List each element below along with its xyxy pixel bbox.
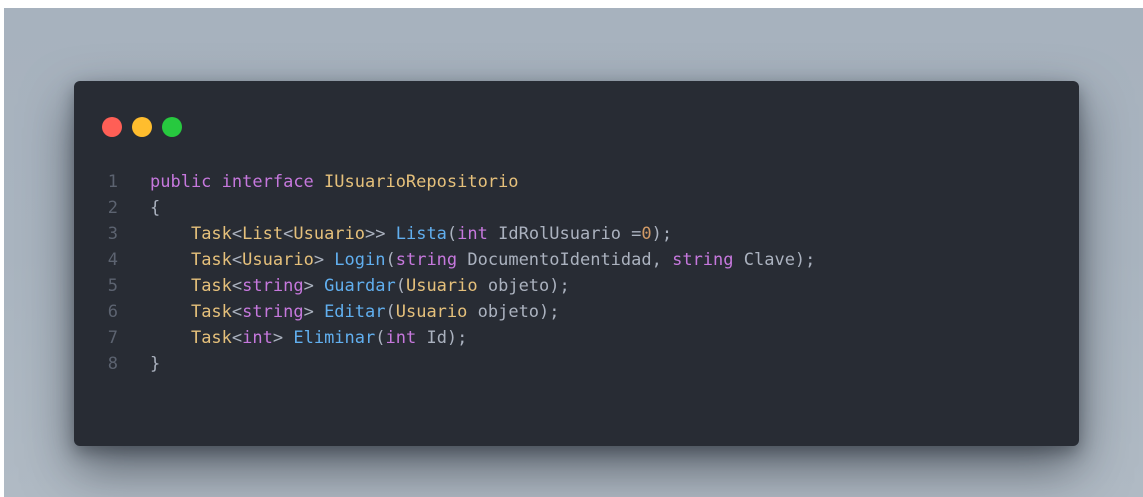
code-token-plain: ( [385,250,396,270]
code-token-function: Guardar [324,276,396,296]
code-token-plain: < [231,328,243,348]
code-token-keyword: string [242,276,304,296]
line-source: Task<string> Guardar(Usuario objeto); [118,273,570,299]
code-token-type: Usuario [242,250,314,270]
code-token-plain: >> [365,224,396,244]
code-token-type: IUsuarioRepositorio [324,172,519,192]
code-line: 7 Task<int> Eliminar(int Id); [74,325,1079,351]
code-token-keyword: string [672,250,734,270]
code-token-type: List [242,224,284,244]
line-number: 2 [107,198,118,218]
code-token-plain: > [272,328,294,348]
code-token-plain: Id); [416,328,468,348]
code-token-type: Task [190,302,232,322]
code-token-plain: objeto); [477,276,570,296]
code-token-plain: < [283,224,294,244]
code-token-keyword: int [457,224,488,244]
code-token-plain: > [303,276,325,296]
code-token-keyword: interface [221,172,314,192]
code-token-keyword: int [385,328,417,348]
code-token-type: Task [190,250,232,270]
line-source: } [118,351,160,377]
code-token-keyword: string [395,250,458,270]
code-token-plain: } [150,354,161,374]
code-token-plain: > [313,250,335,270]
minimize-dot-icon [132,117,152,137]
code-token-plain: ( [375,328,386,348]
background-backdrop: 1 public interface IUsuarioRepositorio 2{3… [4,8,1143,497]
line-number: 5 [107,276,118,296]
line-source: Task<int> Eliminar(int Id); [118,325,467,351]
code-token-keyword: public [150,172,212,192]
code-token-plain: ( [385,302,396,322]
code-token-type: Task [190,276,232,296]
code-token-number: 0 [641,224,652,244]
code-line: 8} [74,351,1079,377]
code-token-keyword: int [242,328,273,348]
code-line: 5 Task<string> Guardar(Usuario objeto); [74,273,1079,299]
line-number: 1 [107,172,118,192]
code-token-type: Usuario [395,302,468,322]
code-token-plain: < [231,250,243,270]
code-token-plain: { [150,198,161,218]
line-source: { [118,195,160,221]
code-token-function: Login [334,250,386,270]
line-number: 7 [107,328,118,348]
code-token-function: Eliminar [293,328,376,348]
close-dot-icon [102,117,122,137]
code-token-plain: < [231,302,243,322]
code-window: 1 public interface IUsuarioRepositorio 2{3… [74,81,1079,446]
line-number: 4 [107,250,118,270]
code-token-plain: ); [651,224,673,244]
line-number: 6 [107,302,118,322]
code-token-function: Lista [395,224,447,244]
line-source: Task<Usuario> Login(string DocumentoIden… [118,247,815,273]
code-token-plain: < [231,276,243,296]
code-token-plain: ( [446,224,458,244]
code-token-plain: IdRolUsuario = [487,224,642,244]
line-number: 3 [107,224,118,244]
code-token-keyword: string [242,302,304,322]
line-source: public interface IUsuarioRepositorio [118,169,519,195]
code-token-type: Usuario [293,224,366,244]
line-source: Task<string> Editar(Usuario objeto); [118,299,560,325]
maximize-dot-icon [162,117,182,137]
code-token-type: Usuario [405,276,478,296]
code-line: 3 Task<List<Usuario>> Lista(int IdRolUsu… [74,221,1079,247]
code-token-function: Editar [324,302,386,322]
window-controls [102,117,182,137]
code-line: 4 Task<Usuario> Login(string DocumentoId… [74,247,1079,273]
code-token-plain: Clave); [733,250,816,270]
code-block: 1 public interface IUsuarioRepositorio 2{3… [74,169,1079,377]
code-token-plain: ( [395,276,406,296]
code-token-type: Task [190,224,232,244]
code-line: 6 Task<string> Editar(Usuario objeto); [74,299,1079,325]
line-source: Task<List<Usuario>> Lista(int IdRolUsuar… [118,221,672,247]
code-token-plain: objeto); [467,302,560,322]
code-token-type: Task [190,328,232,348]
code-token-plain: < [231,224,243,244]
code-line: 2{ [74,195,1079,221]
code-token-plain: DocumentoIdentidad, [457,250,673,270]
code-token-plain: > [303,302,325,322]
code-line: 1 public interface IUsuarioRepositorio [74,169,1079,195]
line-number: 8 [107,354,118,374]
